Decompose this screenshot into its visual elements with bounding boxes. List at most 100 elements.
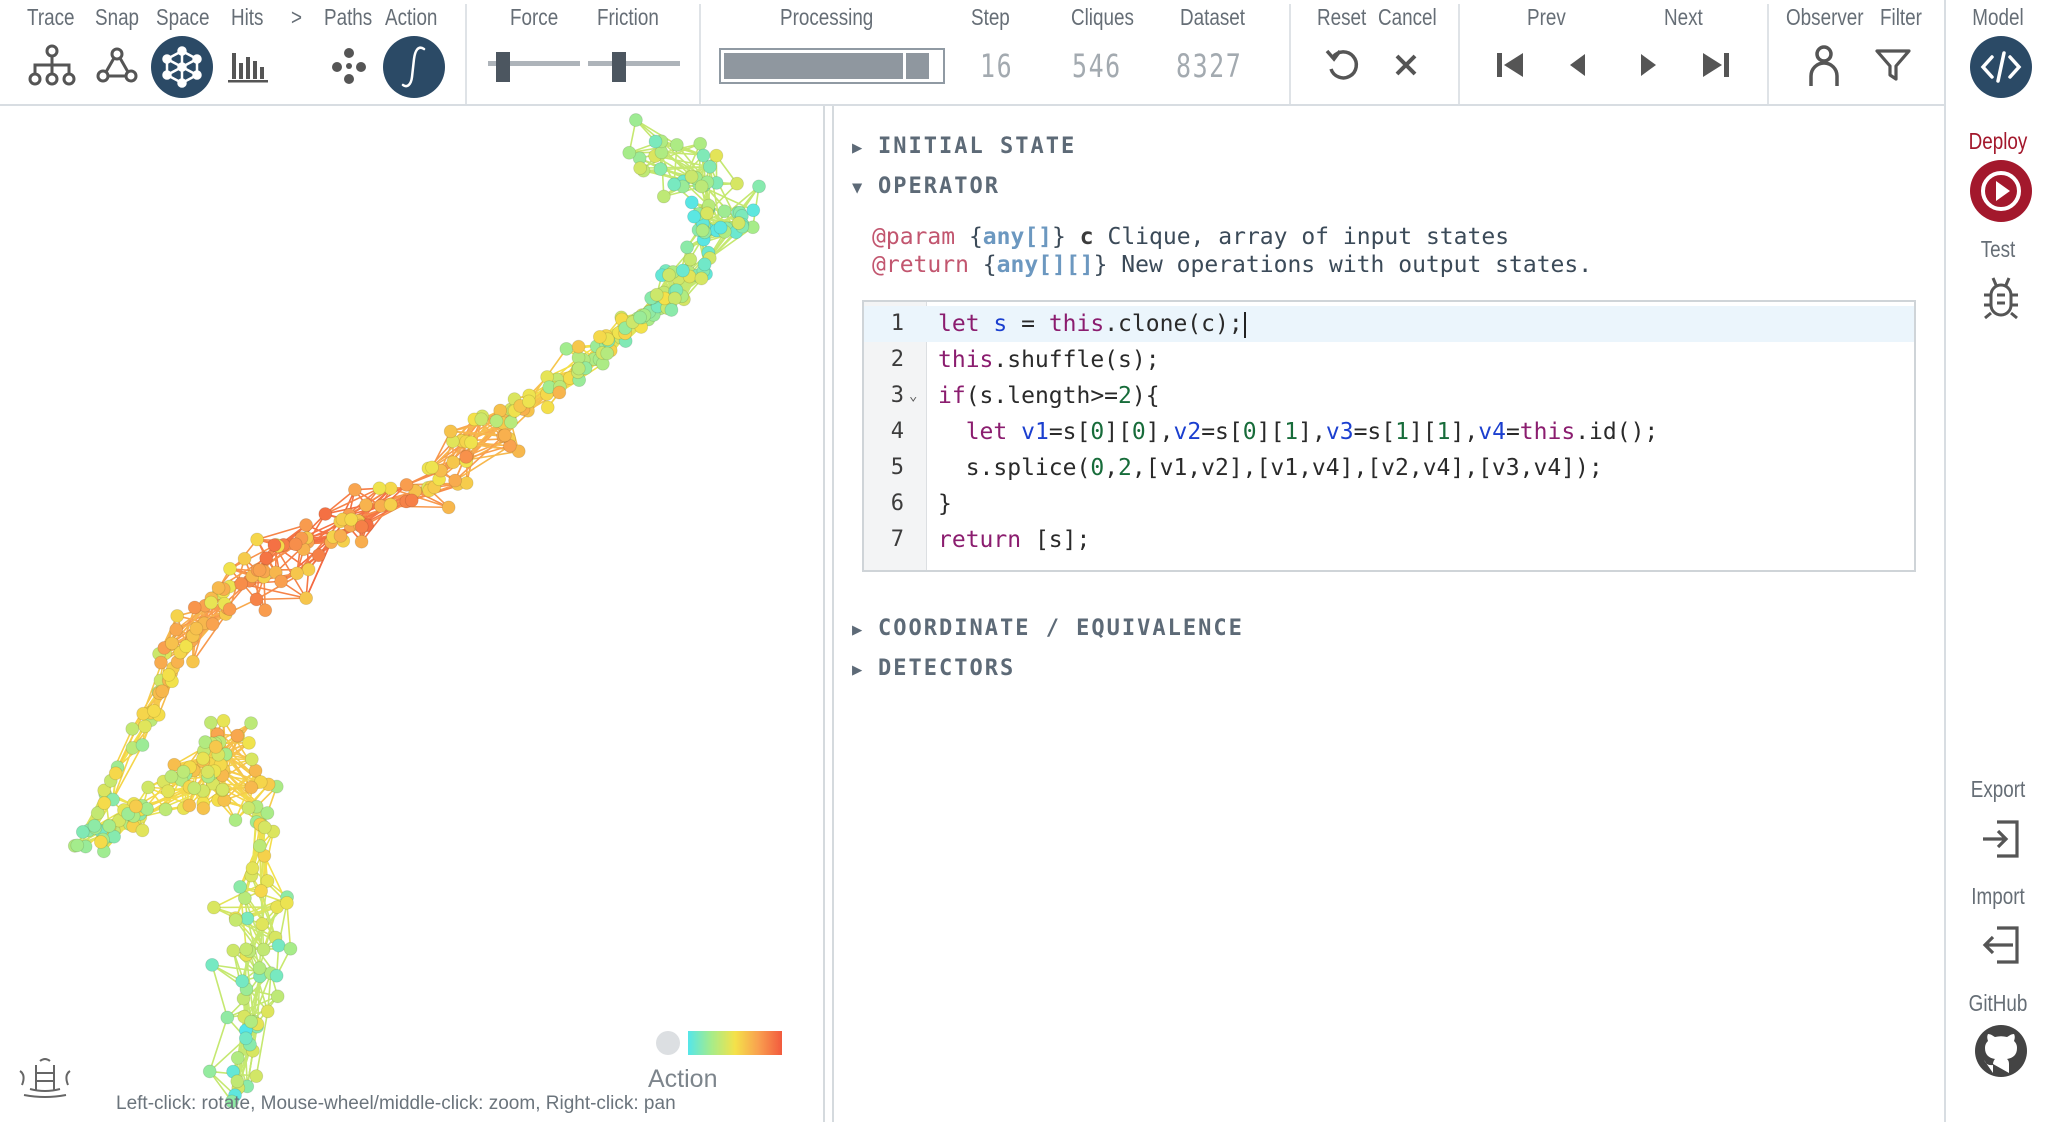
graph-node[interactable]: [354, 519, 369, 534]
graph-node[interactable]: [230, 1051, 245, 1065]
code-line[interactable]: 7 return [s];: [864, 522, 1914, 558]
graph-node[interactable]: [633, 310, 647, 325]
code-text[interactable]: this.shuffle(s);: [938, 342, 1160, 378]
graph-node[interactable]: [684, 195, 699, 210]
graph-node[interactable]: [155, 684, 170, 699]
graph-node[interactable]: [87, 818, 102, 833]
graph-node[interactable]: [211, 580, 226, 595]
graph-node[interactable]: [318, 507, 333, 521]
graph-node[interactable]: [93, 835, 108, 849]
graph-node[interactable]: [459, 476, 474, 490]
graph-node[interactable]: [662, 268, 676, 282]
graph-node[interactable]: [206, 900, 221, 915]
graph-view[interactable]: [0, 106, 823, 1122]
graph-node[interactable]: [258, 603, 273, 618]
graph-node[interactable]: [226, 943, 241, 958]
graph-node[interactable]: [235, 974, 250, 989]
graph-node[interactable]: [135, 738, 150, 752]
friction-slider-track[interactable]: [588, 61, 680, 66]
graph-node[interactable]: [204, 595, 218, 610]
section-detectors[interactable]: ▶ DETECTORS: [852, 656, 1015, 681]
graph-node[interactable]: [215, 782, 230, 797]
graph-node[interactable]: [648, 134, 663, 149]
graph-node[interactable]: [223, 561, 237, 576]
filter-button[interactable]: [1862, 37, 1924, 93]
graph-node[interactable]: [154, 655, 168, 670]
graph-node[interactable]: [102, 819, 117, 833]
graph-node[interactable]: [205, 617, 220, 632]
graph-node[interactable]: [649, 287, 664, 302]
graph-node[interactable]: [138, 719, 152, 734]
graph-node[interactable]: [228, 813, 243, 827]
graph-node[interactable]: [592, 329, 607, 344]
graph-node[interactable]: [176, 764, 191, 779]
graph-node[interactable]: [249, 592, 264, 607]
graph-node[interactable]: [497, 428, 512, 443]
graph-node[interactable]: [252, 563, 267, 577]
graph-node[interactable]: [448, 473, 463, 488]
graph-node[interactable]: [244, 716, 258, 731]
graph-node[interactable]: [241, 801, 256, 815]
code-line[interactable]: 4 let v1=s[0][0],v2=s[0][1],v3=s[1][1],v…: [864, 414, 1914, 450]
graph-node[interactable]: [228, 913, 243, 927]
graph-node[interactable]: [244, 752, 259, 767]
graph-node[interactable]: [700, 206, 714, 221]
graph-node[interactable]: [622, 145, 637, 160]
graph-node[interactable]: [559, 341, 574, 356]
graph-node[interactable]: [260, 1004, 275, 1019]
space-button[interactable]: [151, 36, 213, 98]
graph-node[interactable]: [571, 339, 586, 354]
graph-node[interactable]: [372, 481, 387, 496]
next-button[interactable]: [1617, 37, 1679, 93]
graph-node[interactable]: [653, 162, 668, 176]
graph-node[interactable]: [694, 179, 709, 194]
graph-node[interactable]: [259, 551, 274, 566]
graph-node[interactable]: [443, 424, 458, 439]
graph-node[interactable]: [667, 177, 681, 192]
friction-slider-handle[interactable]: [612, 52, 626, 82]
graph-node[interactable]: [244, 1014, 259, 1029]
graph-node[interactable]: [234, 576, 249, 591]
graph-node[interactable]: [249, 1069, 264, 1084]
graph-node[interactable]: [383, 497, 398, 512]
code-text[interactable]: return [s];: [938, 522, 1090, 558]
graph-node[interactable]: [182, 798, 197, 813]
graph-node[interactable]: [399, 477, 414, 492]
code-editor[interactable]: 1 let s = this.clone(c); 2 this.shuffle(…: [862, 300, 1916, 572]
graph-node[interactable]: [140, 801, 154, 816]
graph-node[interactable]: [147, 703, 161, 718]
graph-node[interactable]: [158, 802, 173, 817]
graph-node[interactable]: [200, 765, 215, 779]
model-button[interactable]: [1970, 36, 2032, 98]
graph-node[interactable]: [675, 263, 690, 278]
graph-node[interactable]: [252, 839, 267, 853]
graph-node[interactable]: [244, 780, 259, 795]
graph-node[interactable]: [161, 668, 176, 682]
graph-node[interactable]: [186, 654, 200, 669]
trace-button[interactable]: [21, 37, 83, 93]
graph-node[interactable]: [245, 861, 260, 876]
graph-node[interactable]: [680, 240, 694, 255]
graph-node[interactable]: [252, 961, 267, 976]
code-text[interactable]: s.splice(0,2,[v1,v2],[v1,v4],[v2,v4],[v3…: [938, 450, 1603, 486]
graph-node[interactable]: [441, 500, 456, 515]
graph-node[interactable]: [600, 346, 615, 361]
force-slider-handle[interactable]: [496, 52, 510, 82]
graph-node[interactable]: [730, 176, 744, 191]
github-button[interactable]: [1970, 1020, 2032, 1082]
graph-node[interactable]: [250, 532, 265, 547]
graph-node[interactable]: [633, 161, 648, 176]
graph-node[interactable]: [205, 957, 220, 972]
graph-node[interactable]: [125, 721, 140, 736]
graph-node[interactable]: [713, 220, 728, 235]
graph-node[interactable]: [242, 735, 256, 750]
graph-node[interactable]: [694, 271, 709, 286]
graph-node[interactable]: [220, 1010, 235, 1025]
graph-node[interactable]: [108, 766, 123, 781]
graph-node[interactable]: [552, 385, 567, 400]
graph-node[interactable]: [196, 751, 210, 766]
graph-node[interactable]: [222, 602, 237, 617]
graph-node[interactable]: [135, 823, 150, 838]
graph-node[interactable]: [238, 1031, 253, 1046]
graph-node[interactable]: [746, 203, 761, 218]
